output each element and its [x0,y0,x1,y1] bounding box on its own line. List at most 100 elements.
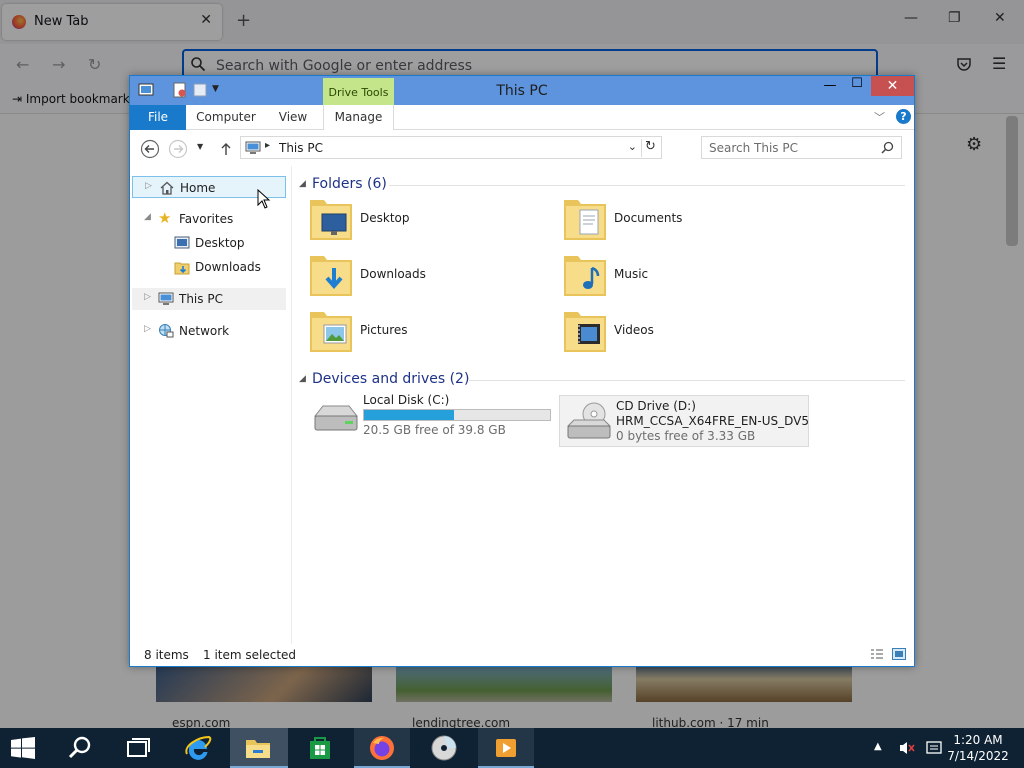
taskbar: ▲ 1:20 AM 7/14/2022 [0,728,1024,768]
close-window-button[interactable]: ✕ [871,76,914,96]
nav-item-network[interactable]: ▷ Network [132,320,286,342]
drive-free-space: 20.5 GB free of 39.8 GB [363,423,506,437]
cd-drive-icon [566,402,612,439]
collapse-arrow-icon[interactable]: ◢ [144,212,151,222]
forward-arrow-icon[interactable] [168,139,188,159]
up-arrow-icon[interactable] [216,139,236,159]
expand-arrow-icon[interactable]: ▷ [145,181,152,191]
search-icon [68,736,91,759]
folder-label: Documents [614,211,683,225]
top-site-tile-lendingtree[interactable] [396,664,612,702]
expand-arrow-icon[interactable]: ▷ [144,324,151,334]
import-bookmarks-button[interactable]: ⇥ Import bookmarks [12,92,136,106]
expand-ribbon-chevron-icon[interactable]: ﹀ [874,109,885,125]
taskbar-media-player[interactable] [478,728,534,768]
group-label-folders: Folders (6) [312,176,387,192]
status-bar: 8 items 1 item selected [130,644,914,666]
folder-desktop[interactable]: Desktop [308,194,548,244]
collapse-group-icon[interactable]: ◢ [299,374,306,384]
nav-label-favorites: Favorites [179,212,234,226]
address-dropdown-icon[interactable]: ⌄ [628,140,637,153]
collapse-group-icon[interactable]: ◢ [299,179,306,189]
hard-drive-icon [313,405,359,431]
top-site-tile-lithub[interactable] [636,664,852,702]
folder-pictures[interactable]: Pictures [308,306,548,356]
task-view-icon [127,738,150,757]
folder-documents[interactable]: Documents [562,194,802,244]
disc-icon [431,735,457,761]
navigation-bar: ▼ ▸ This PC ⌄ ↻ Search This PC [130,130,914,166]
folder-music[interactable]: Music [562,250,802,300]
browser-restore-icon[interactable]: ❐ [948,10,961,26]
top-site-tile-espn[interactable] [156,664,372,702]
tab-file[interactable]: File [130,105,186,130]
browser-minimize-icon[interactable]: — [904,10,918,26]
folder-downloads[interactable]: Downloads [308,250,548,300]
action-center-icon[interactable] [926,741,942,755]
mouse-pointer-icon [257,189,271,209]
drive-usage-fill [364,410,455,420]
drive-cd-d[interactable]: CD Drive (D:) HRM_CCSA_X64FRE_EN-US_DV5 … [559,395,809,447]
tab-close-icon[interactable]: ✕ [200,12,212,28]
folder-videos[interactable]: Videos [562,306,802,356]
address-bar[interactable]: ▸ This PC ⌄ ↻ [240,136,662,159]
taskbar-file-explorer[interactable] [230,728,288,768]
desktop-icon [174,236,190,249]
clock-time: 1:20 AM [953,733,1003,747]
details-view-icon[interactable] [870,648,884,660]
tab-view[interactable]: View [270,105,316,130]
browser-close-icon[interactable]: ✕ [994,10,1006,26]
nav-item-favorites[interactable]: ◢ ★ Favorites [132,208,286,230]
tab-computer[interactable]: Computer [190,105,262,130]
content-pane: ◢ Folders (6) Desktop Documents Download… [293,166,913,644]
system-clock[interactable]: 1:20 AM 7/14/2022 [946,732,1010,764]
browser-scrollbar[interactable] [1006,116,1018,246]
search-icon[interactable] [881,141,894,154]
downloads-folder-icon [174,262,190,275]
task-view-button[interactable] [110,728,166,768]
minimize-icon[interactable]: — [815,78,845,98]
taskbar-firefox[interactable] [354,728,410,768]
recent-locations-chevron-icon[interactable]: ▼ [197,142,217,162]
expand-arrow-icon[interactable]: ▷ [144,292,151,302]
start-button[interactable] [0,728,50,768]
pocket-icon[interactable] [956,56,972,72]
folder-label: Desktop [360,211,410,225]
group-header-devices[interactable]: ◢ Devices and drives (2) [299,370,905,390]
breadcrumb-separator-icon[interactable]: ▸ [265,140,270,151]
hamburger-menu-icon[interactable]: ☰ [992,54,1006,73]
pictures-folder-icon [310,312,352,352]
maximize-icon[interactable]: ☐ [842,76,872,96]
explorer-titlebar[interactable]: ▼ Drive Tools This PC — ☐ ✕ [130,76,914,105]
forward-arrow-icon[interactable]: → [52,55,65,74]
reload-icon[interactable]: ↻ [88,55,101,74]
tab-manage[interactable]: Manage [323,105,394,130]
large-icons-view-icon[interactable] [892,648,906,660]
import-bookmarks-label: Import bookmarks [25,92,136,106]
nav-item-fav-downloads[interactable]: Downloads [132,256,286,278]
show-hidden-icons-icon[interactable]: ▲ [874,741,882,752]
back-arrow-icon[interactable]: ← [16,55,29,74]
back-arrow-icon[interactable] [140,139,160,159]
refresh-icon[interactable]: ↻ [641,139,659,157]
search-input[interactable]: Search This PC [701,136,902,159]
drive-local-disk-c[interactable]: Local Disk (C:) 20.5 GB free of 39.8 GB [307,390,557,442]
folder-label: Music [614,267,649,281]
taskbar-search-button[interactable] [52,728,108,768]
home-icon [160,181,174,195]
browser-tab-title: New Tab [34,14,89,29]
help-icon[interactable]: ? [896,109,911,124]
taskbar-internet-explorer[interactable] [170,728,226,768]
nav-label-downloads: Downloads [195,260,261,274]
nav-item-fav-desktop[interactable]: Desktop [132,232,286,254]
breadcrumb-this-pc[interactable]: This PC [279,141,323,155]
volume-muted-icon[interactable] [898,740,916,756]
new-tab-button[interactable]: + [236,10,251,31]
nav-item-this-pc[interactable]: ▷ This PC [132,288,286,310]
taskbar-dvd-app[interactable] [416,728,474,768]
documents-folder-icon [564,200,606,240]
browser-tab-new-tab[interactable]: New Tab ✕ [2,4,222,40]
taskbar-store[interactable] [292,728,348,768]
group-header-folders[interactable]: ◢ Folders (6) [299,175,905,195]
newtab-settings-gear-icon[interactable]: ⚙ [966,134,982,155]
